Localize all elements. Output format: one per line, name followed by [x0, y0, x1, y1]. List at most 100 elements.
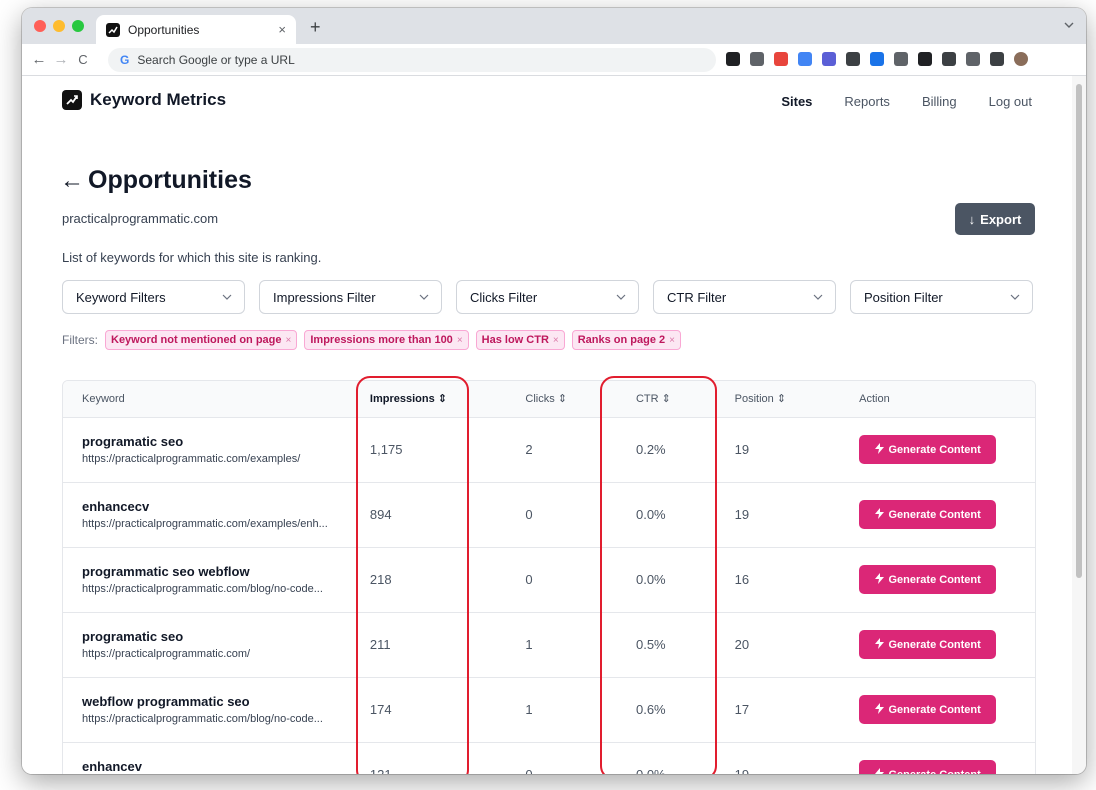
- maximize-window-button[interactable]: [72, 20, 84, 32]
- close-tab-icon[interactable]: ×: [278, 22, 286, 37]
- keyword-name: enhancecv: [82, 499, 150, 514]
- filter-dropdowns: Keyword Filters Impressions Filter Click…: [62, 280, 1033, 314]
- page-content: Keyword Metrics Sites Reports Billing Lo…: [22, 76, 1072, 774]
- generate-content-button[interactable]: Generate Content: [859, 630, 997, 659]
- site-domain: practicalprogrammatic.com: [62, 211, 219, 226]
- keyword-cell: enhancecv https://practicalprogrammatic.c…: [63, 482, 370, 547]
- extension-icon[interactable]: [942, 52, 956, 66]
- new-tab-button[interactable]: +: [310, 17, 321, 38]
- extension-icon[interactable]: [870, 52, 884, 66]
- tab-title: Opportunities: [128, 22, 200, 37]
- keyword-filters-dropdown[interactable]: Keyword Filters: [62, 280, 245, 314]
- export-button[interactable]: ↓ Export: [955, 203, 1035, 235]
- clicks-filter-dropdown[interactable]: Clicks Filter: [456, 280, 639, 314]
- action-cell: Generate Content: [859, 742, 1035, 774]
- extension-icon[interactable]: [822, 52, 836, 66]
- header-clicks[interactable]: Clicks ⇕: [525, 381, 636, 418]
- ctr-filter-dropdown[interactable]: CTR Filter: [653, 280, 836, 314]
- remove-icon[interactable]: ×: [669, 335, 675, 346]
- generate-content-button[interactable]: Generate Content: [859, 565, 997, 594]
- keyword-url[interactable]: https://practicalprogrammatic.com/blog/n…: [82, 713, 352, 725]
- extension-icon[interactable]: [726, 52, 740, 66]
- header-ctr[interactable]: CTR ⇕: [635, 381, 735, 418]
- header-impressions[interactable]: Impressions ⇕: [369, 381, 526, 418]
- chevron-down-icon: [616, 292, 626, 303]
- lightning-icon: [874, 572, 884, 587]
- table-row: programatic seo https://practicalprogramm…: [63, 417, 1035, 482]
- table-row: programmatic seo webflow https://practica…: [63, 547, 1035, 612]
- header-impressions-label: Impressions: [369, 393, 435, 406]
- impressions-cell: 1,175: [369, 442, 403, 457]
- lightning-icon: [874, 767, 884, 774]
- extension-icon[interactable]: [798, 52, 812, 66]
- sort-icon: ⇕: [557, 393, 568, 406]
- extension-icon[interactable]: [918, 52, 932, 66]
- filter-chip[interactable]: Keyword not mentioned on page ×: [105, 330, 298, 350]
- tab-strip: Opportunities × +: [22, 8, 1086, 44]
- impressions-cell: 174: [369, 702, 392, 717]
- lightning-icon: [874, 507, 884, 522]
- extension-icon[interactable]: [774, 52, 788, 66]
- browser-toolbar: ← → C G Search Google or type a URL: [22, 44, 1086, 76]
- extension-icon[interactable]: [750, 52, 764, 66]
- keyword-cell: programatic seo https://practicalprogramm…: [63, 417, 370, 482]
- keyword-url[interactable]: https://practicalprogrammatic.com/exampl…: [82, 518, 352, 530]
- ctr-cell: 0.2%: [635, 442, 666, 457]
- profile-avatar[interactable]: [1014, 52, 1028, 66]
- filter-chip[interactable]: Ranks on page 2 ×: [571, 330, 681, 350]
- extension-icon[interactable]: [990, 52, 1004, 66]
- nav-reports[interactable]: Reports: [844, 94, 890, 109]
- header-position-label: Position: [734, 393, 774, 406]
- brand[interactable]: Keyword Metrics: [62, 90, 226, 110]
- remove-icon[interactable]: ×: [457, 335, 463, 346]
- ctr-cell: 0.6%: [635, 702, 666, 717]
- generate-content-button[interactable]: Generate Content: [859, 435, 997, 464]
- generate-content-button[interactable]: Generate Content: [859, 500, 997, 529]
- filter-chip[interactable]: Impressions more than 100 ×: [304, 330, 469, 350]
- filter-chip[interactable]: Has low CTR ×: [475, 330, 565, 350]
- page-title-text: Opportunities: [88, 166, 252, 194]
- chevron-down-icon[interactable]: [1064, 20, 1074, 32]
- sort-icon: ⇕: [661, 393, 671, 406]
- header-position[interactable]: Position ⇕: [734, 381, 860, 418]
- keyword-cell: enhancevhttps://practicalprogrammatic.co…: [63, 742, 370, 774]
- nav-billing[interactable]: Billing: [922, 94, 957, 109]
- minimize-window-button[interactable]: [53, 20, 65, 32]
- keyword-url[interactable]: https://practicalprogrammatic.com/blog/n…: [82, 583, 352, 595]
- clicks-cell: 0: [525, 572, 533, 587]
- impressions-filter-dropdown[interactable]: Impressions Filter: [259, 280, 442, 314]
- remove-icon[interactable]: ×: [286, 335, 292, 346]
- nav-log-out[interactable]: Log out: [989, 94, 1032, 109]
- position-filter-dropdown[interactable]: Position Filter: [850, 280, 1033, 314]
- forward-button[interactable]: →: [50, 51, 72, 68]
- generate-content-button[interactable]: Generate Content: [859, 760, 997, 775]
- header-keyword: Keyword: [63, 381, 370, 418]
- position-cell: 17: [734, 702, 750, 717]
- address-bar[interactable]: G Search Google or type a URL: [108, 48, 716, 72]
- extension-icon[interactable]: [894, 52, 908, 66]
- lightning-icon: [874, 442, 884, 457]
- back-button[interactable]: ←: [28, 51, 50, 68]
- remove-icon[interactable]: ×: [553, 335, 559, 346]
- close-window-button[interactable]: [34, 20, 46, 32]
- position-cell: 20: [734, 637, 750, 652]
- table-header-row: Keyword Impressions ⇕ Clicks ⇕ CTR ⇕ Pos…: [63, 381, 1035, 418]
- nav-sites[interactable]: Sites: [781, 94, 812, 109]
- google-icon: G: [120, 53, 130, 67]
- chip-label: Has low CTR: [481, 334, 549, 346]
- sort-icon: ⇕: [776, 393, 787, 406]
- impressions-cell: 894: [369, 507, 392, 522]
- scrollbar-thumb[interactable]: [1076, 84, 1082, 578]
- back-arrow-icon[interactable]: ←: [60, 167, 84, 195]
- extension-icon[interactable]: [846, 52, 860, 66]
- dropdown-label: Keyword Filters: [76, 289, 166, 305]
- sort-icon: ⇕: [437, 393, 447, 406]
- extension-icon[interactable]: [966, 52, 980, 66]
- generate-content-label: Generate Content: [889, 769, 981, 775]
- reload-button[interactable]: C: [72, 52, 94, 67]
- keyword-url[interactable]: https://practicalprogrammatic.com/: [82, 648, 352, 660]
- generate-content-button[interactable]: Generate Content: [859, 695, 997, 724]
- header-ctr-label: CTR: [635, 393, 659, 406]
- browser-tab[interactable]: Opportunities ×: [96, 15, 296, 44]
- keyword-url[interactable]: https://practicalprogrammatic.com/exampl…: [82, 453, 352, 465]
